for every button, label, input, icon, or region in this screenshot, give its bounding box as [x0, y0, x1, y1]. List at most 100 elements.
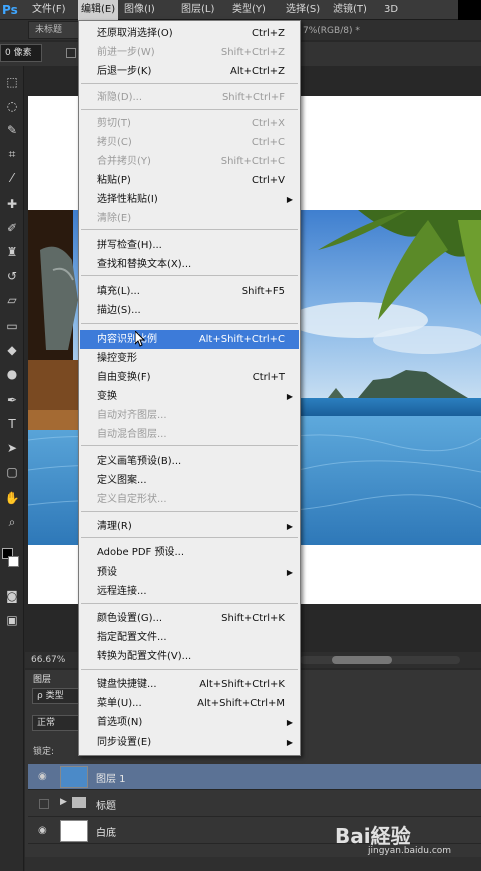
edit-menu-item-label: 填充(L)...	[97, 286, 140, 297]
edit-menu-item[interactable]: Adobe PDF 预设...	[80, 543, 299, 562]
scrollbar-thumb[interactable]	[332, 656, 392, 664]
edit-menu-item: 剪切(T) Ctrl+X	[80, 114, 299, 133]
submenu-arrow-icon: ▶	[286, 568, 293, 577]
zoom-tool-icon[interactable]: ⌕	[2, 512, 22, 532]
menu-filter[interactable]: 滤镜(T)	[333, 0, 367, 20]
eyedropper-tool-icon[interactable]: ⁄	[2, 168, 22, 188]
edit-menu-item[interactable]: 同步设置(E) ▶	[80, 733, 299, 752]
edit-menu-item-label: 同步设置(E)	[97, 737, 152, 748]
hand-tool-icon[interactable]: ✋	[2, 488, 22, 508]
pen-tool-icon[interactable]: ✒	[2, 390, 22, 410]
crop-tool-icon[interactable]: ⌗	[2, 144, 22, 164]
edit-menu-item[interactable]: 清理(R) ▶	[80, 517, 299, 536]
edit-menu-item-shortcut: Shift+Ctrl+F	[221, 92, 285, 103]
menu-3d[interactable]: 3D	[384, 0, 398, 20]
healing-brush-tool-icon[interactable]: ✚	[2, 194, 22, 214]
edit-menu-item[interactable]: 还原取消选择(O) Ctrl+Z	[80, 24, 299, 43]
layer-thumbnail	[60, 766, 88, 788]
layer-name: 白底	[96, 828, 116, 839]
gradient-tool-icon[interactable]: ▭	[2, 316, 22, 336]
submenu-arrow-icon: ▶	[286, 738, 293, 747]
folder-icon	[72, 797, 86, 808]
edit-menu-item-label: 清除(E)	[97, 213, 132, 224]
menu-layer[interactable]: 图层(L)	[181, 0, 214, 20]
feather-input[interactable]: 0 像素	[0, 44, 42, 62]
layer-group-row[interactable]: ▶ 标题	[28, 791, 481, 817]
menu-image[interactable]: 图像(I)	[124, 0, 155, 20]
edit-menu-item[interactable]: 转换为配置文件(V)...	[80, 647, 299, 666]
edit-menu-item-label: 后退一步(K)	[97, 66, 152, 77]
menu-separator	[81, 669, 298, 670]
baidu-watermark-url: jingyan.baidu.com	[368, 846, 452, 856]
menu-separator	[81, 275, 298, 276]
edit-menu-item[interactable]: 选择性粘贴(I) ▶	[80, 190, 299, 209]
edit-menu-item[interactable]: 查找和替换文本(X)...	[80, 255, 299, 274]
anti-alias-checkbox[interactable]	[66, 48, 76, 58]
edit-menu-item[interactable]: 远程连接...	[80, 582, 299, 601]
layer-kind-filter[interactable]: ρ 类型	[32, 688, 82, 704]
edit-menu-item[interactable]: 描边(S)...	[80, 301, 299, 320]
edit-menu-item[interactable]: 内容识别比例 Alt+Shift+Ctrl+C	[80, 330, 299, 349]
brush-tool-icon[interactable]: ✐	[2, 218, 22, 238]
document-tab[interactable]: 未标题	[28, 21, 80, 39]
edit-menu-item[interactable]: 菜单(U)... Alt+Shift+Ctrl+M	[80, 694, 299, 713]
edit-menu-item[interactable]: 变换 ▶	[80, 387, 299, 406]
edit-menu-item[interactable]: 定义图案...	[80, 471, 299, 490]
shape-tool-icon[interactable]: ▢	[2, 462, 22, 482]
dodge-tool-icon[interactable]: ●	[2, 364, 22, 384]
document-tab-info: 7%(RGB/8) *	[303, 26, 360, 36]
edit-menu-item-label: 变换	[97, 391, 117, 402]
clone-stamp-tool-icon[interactable]: ♜	[2, 242, 22, 262]
edit-menu-item[interactable]: 定义画笔预设(B)...	[80, 452, 299, 471]
edit-menu-item-shortcut: Shift+Ctrl+K	[221, 613, 285, 624]
edit-menu-item[interactable]: 填充(L)... Shift+F5	[80, 282, 299, 301]
edit-menu-item-shortcut: Ctrl+Z	[251, 28, 285, 39]
edit-menu-item[interactable]: 预设 ▶	[80, 563, 299, 582]
edit-menu-item[interactable]: 粘贴(P) Ctrl+V	[80, 171, 299, 190]
edit-menu-item-label: 查找和替换文本(X)...	[97, 259, 192, 270]
edit-menu-item[interactable]: 键盘快捷键... Alt+Shift+Ctrl+K	[80, 675, 299, 694]
blur-tool-icon[interactable]: ◆	[2, 340, 22, 360]
edit-menu-item-shortcut: Shift+F5	[241, 286, 285, 297]
expand-arrow-icon[interactable]: ▶	[60, 797, 67, 807]
layers-tab[interactable]: 图层	[33, 672, 51, 685]
edit-menu-item-label: 预设	[97, 567, 117, 578]
quick-select-tool-icon[interactable]: ✎	[2, 120, 22, 140]
edit-menu-item[interactable]: 后退一步(K) Alt+Ctrl+Z	[80, 62, 299, 81]
edit-menu-item[interactable]: 操控变形	[80, 349, 299, 368]
edit-menu-item-shortcut: Ctrl+T	[252, 372, 285, 383]
screen-mode-icon[interactable]: ▣	[2, 610, 22, 630]
zoom-level[interactable]: 66.67%	[31, 655, 65, 665]
edit-menu-item-label: 指定配置文件...	[97, 632, 167, 643]
type-tool-icon[interactable]: T	[2, 414, 22, 434]
edit-menu-item: 自动对齐图层...	[80, 406, 299, 425]
layer-row[interactable]: ◉ 白底	[28, 818, 481, 844]
menu-separator	[81, 229, 298, 230]
lasso-tool-icon[interactable]: ◌	[2, 96, 22, 116]
visibility-toggle[interactable]	[39, 799, 49, 809]
menu-file[interactable]: 文件(F)	[32, 0, 66, 20]
menu-edit[interactable]: 编辑(E)	[78, 0, 119, 20]
menu-type[interactable]: 类型(Y)	[232, 0, 266, 20]
path-select-tool-icon[interactable]: ➤	[2, 438, 22, 458]
visibility-eye-icon[interactable]: ◉	[38, 771, 50, 783]
history-brush-tool-icon[interactable]: ↺	[2, 266, 22, 286]
edit-menu-item[interactable]: 拼写检查(H)...	[80, 236, 299, 255]
quick-mask-icon[interactable]: ◙	[2, 586, 22, 606]
blend-mode-select[interactable]: 正常	[32, 715, 82, 731]
edit-menu-item[interactable]: 颜色设置(G)... Shift+Ctrl+K	[80, 609, 299, 628]
edit-menu-item[interactable]: 自由变换(F) Ctrl+T	[80, 368, 299, 387]
edit-menu-item: 渐隐(D)... Shift+Ctrl+F	[80, 88, 299, 107]
edit-menu-item-label: 自由变换(F)	[97, 372, 151, 383]
eraser-tool-icon[interactable]: ▱	[2, 290, 22, 310]
layer-row[interactable]: ◉ 图层 1	[28, 764, 481, 790]
menu-select[interactable]: 选择(S)	[286, 0, 320, 20]
marquee-tool-icon[interactable]: ⬚	[2, 72, 22, 92]
visibility-eye-icon[interactable]: ◉	[38, 825, 50, 837]
edit-menu-item-label: 首选项(N)	[97, 717, 143, 728]
edit-menu-item[interactable]: 首选项(N) ▶	[80, 713, 299, 732]
layers-panel-footer	[25, 857, 481, 871]
background-color-swatch[interactable]	[8, 556, 19, 567]
edit-menu-item[interactable]: 指定配置文件...	[80, 628, 299, 647]
edit-menu-item-label: 颜色设置(G)...	[97, 613, 163, 624]
